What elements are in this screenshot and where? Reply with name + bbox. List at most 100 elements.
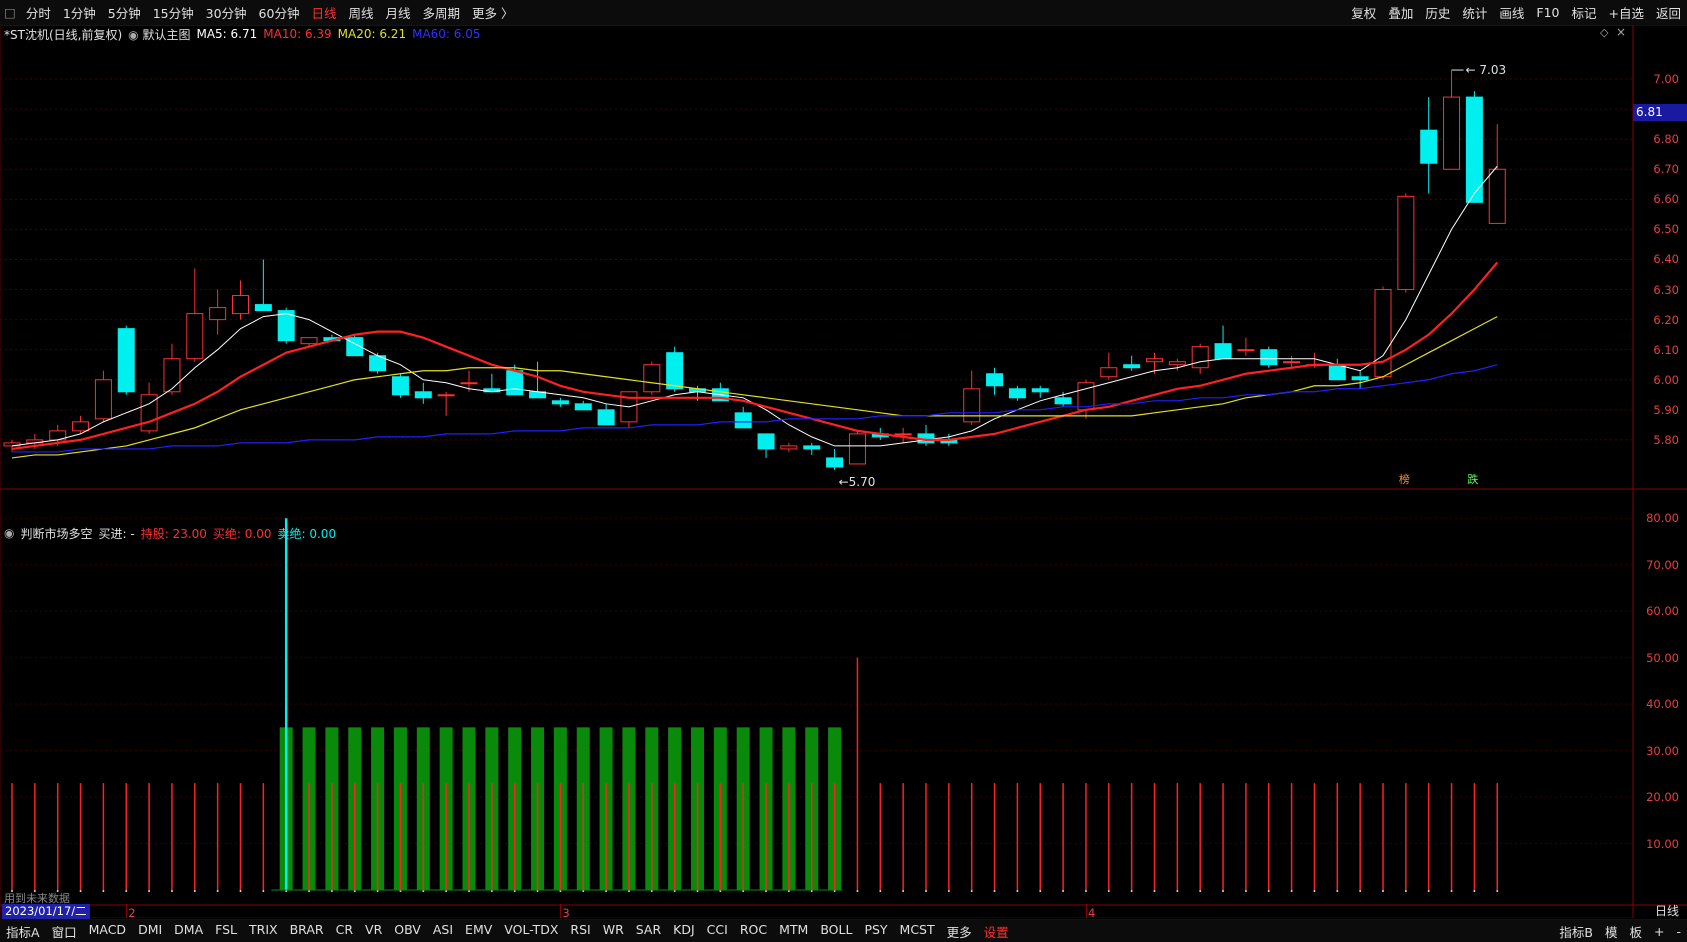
- candle-body: [826, 457, 844, 468]
- toolbar-button[interactable]: 返回: [1650, 3, 1687, 22]
- indicator-tab[interactable]: VR: [359, 922, 388, 941]
- toolbar-button[interactable]: 画线: [1493, 3, 1530, 22]
- toolbar-button[interactable]: +自选: [1603, 3, 1650, 22]
- indicator-tab[interactable]: DMA: [168, 922, 209, 941]
- window-menu-icon[interactable]: □: [0, 5, 20, 20]
- tab-period[interactable]: 5分钟: [102, 3, 147, 22]
- baseline-dot: [1290, 890, 1293, 892]
- tab-period[interactable]: 15分钟: [147, 3, 200, 22]
- indicator-tab[interactable]: 窗口: [46, 922, 83, 941]
- indicator-tab[interactable]: KDJ: [667, 922, 701, 941]
- candle-body: [1443, 96, 1461, 170]
- candle-body: [300, 337, 318, 345]
- indicator-tab[interactable]: 设置: [978, 922, 1015, 941]
- indicator-tab[interactable]: VOL-TDX: [498, 922, 564, 941]
- candle-body: [551, 400, 569, 405]
- indicator-tab[interactable]: BOLL: [814, 922, 858, 941]
- candle-body: [1031, 388, 1049, 393]
- baseline-dot: [1199, 890, 1202, 892]
- indicator-tab[interactable]: MTM: [773, 922, 814, 941]
- baseline-dot: [1427, 890, 1430, 892]
- tab-period[interactable]: 月线: [379, 3, 416, 22]
- tab-period[interactable]: 1分钟: [57, 3, 102, 22]
- tab-period[interactable]: 30分钟: [200, 3, 253, 22]
- baseline-dot: [1244, 890, 1247, 892]
- baseline-dot: [1473, 890, 1476, 892]
- indicator-tab[interactable]: 指标A: [0, 922, 46, 941]
- indicator-tab[interactable]: EMV: [459, 922, 498, 941]
- indicator-tabs-bar: 指标A 窗口 MACD DMI DMA FSL TRIX BRAR CR VR OBV ASI EMV V…: [0, 919, 1687, 942]
- indicator-tick: 50.00: [1646, 650, 1679, 665]
- indicator-tab-right[interactable]: 模: [1599, 922, 1624, 941]
- tab-period[interactable]: 更多 〉: [466, 3, 519, 22]
- toolbar-button[interactable]: 统计: [1456, 3, 1493, 22]
- candle-body: [1191, 346, 1209, 369]
- indicator-tab[interactable]: PSY: [858, 922, 893, 941]
- indicator-settings-icon[interactable]: ◉: [4, 526, 14, 540]
- indicator-tab[interactable]: MACD: [83, 922, 132, 941]
- indicator-tab[interactable]: CCI: [701, 922, 734, 941]
- indicator-tab[interactable]: 更多: [941, 922, 978, 941]
- candle-body: [757, 433, 775, 450]
- period-button[interactable]: 日线: [1655, 902, 1679, 919]
- indicator-tab[interactable]: DMI: [132, 922, 168, 941]
- indicator-tab[interactable]: OBV: [388, 922, 427, 941]
- toolbar-button[interactable]: 标记: [1565, 3, 1602, 22]
- indicator-tab[interactable]: MCST: [894, 922, 941, 941]
- candle-body: [1328, 364, 1346, 381]
- price-tick: 5.90: [1653, 402, 1679, 417]
- indicator-tab[interactable]: BRAR: [284, 922, 330, 941]
- month-tick: [560, 904, 562, 918]
- indicator-tick: 60.00: [1646, 604, 1679, 619]
- price-tick: 5.80: [1653, 432, 1679, 447]
- candle-body: [734, 412, 752, 429]
- baseline-dot: [193, 890, 196, 892]
- candle-body: [1420, 129, 1438, 164]
- toolbar-button[interactable]: 复权: [1345, 3, 1382, 22]
- buy-in-value: 买进: -: [98, 526, 135, 541]
- ma-line-ma60: [12, 364, 1498, 453]
- baseline-dot: [1130, 890, 1133, 892]
- indicator-tab[interactable]: ASI: [427, 922, 459, 941]
- indicator-tab[interactable]: ROC: [734, 922, 773, 941]
- indicator-tab-right[interactable]: 板: [1623, 922, 1648, 941]
- tab-period[interactable]: 日线: [305, 3, 342, 22]
- candle-body: [780, 445, 798, 450]
- indicator-tick: 20.00: [1646, 790, 1679, 805]
- indicator-tab-right[interactable]: 指标B: [1553, 922, 1599, 941]
- tab-period[interactable]: 周线: [342, 3, 379, 22]
- current-price-tag: 6.81: [1633, 104, 1687, 121]
- month-tick: [1085, 904, 1087, 918]
- indicator-tab[interactable]: CR: [330, 922, 359, 941]
- toolbar-button[interactable]: F10: [1530, 5, 1565, 20]
- candle-body: [894, 433, 912, 436]
- price-tick: 6.80: [1653, 132, 1679, 147]
- month-label: 3: [562, 906, 570, 920]
- indicator-tab[interactable]: FSL: [209, 922, 243, 941]
- baseline-dot: [1176, 890, 1179, 892]
- chart-area[interactable]: ← 7.03 ←5.70 榜 跌: [0, 25, 1687, 918]
- baseline-dot: [993, 890, 996, 892]
- toolbar-button[interactable]: 历史: [1419, 3, 1456, 22]
- indicator-tab-right[interactable]: -: [1670, 924, 1687, 939]
- tab-period[interactable]: 多周期: [417, 3, 467, 22]
- date-readout: 2023/01/17/二: [2, 904, 90, 919]
- candle-body: [1237, 349, 1255, 352]
- candle-body: [391, 376, 409, 396]
- indicator-tab[interactable]: RSI: [564, 922, 596, 941]
- price-tick: 6.30: [1653, 282, 1679, 297]
- indicator-tab[interactable]: TRIX: [243, 922, 284, 941]
- baseline-dot: [125, 890, 128, 892]
- tab-period[interactable]: 分时: [20, 3, 57, 22]
- candle-body: [1260, 349, 1278, 366]
- indicator-tab[interactable]: WR: [597, 922, 630, 941]
- price-tick: 6.50: [1653, 222, 1679, 237]
- indicator-tab-right[interactable]: +: [1648, 924, 1670, 939]
- baseline-dot: [1496, 890, 1499, 892]
- baseline-dot: [1336, 890, 1339, 892]
- toolbar-button[interactable]: 叠加: [1382, 3, 1419, 22]
- indicator-tab[interactable]: SAR: [630, 922, 667, 941]
- candle-body: [506, 370, 524, 396]
- baseline-dot: [1153, 890, 1156, 892]
- tab-period[interactable]: 60分钟: [253, 3, 306, 22]
